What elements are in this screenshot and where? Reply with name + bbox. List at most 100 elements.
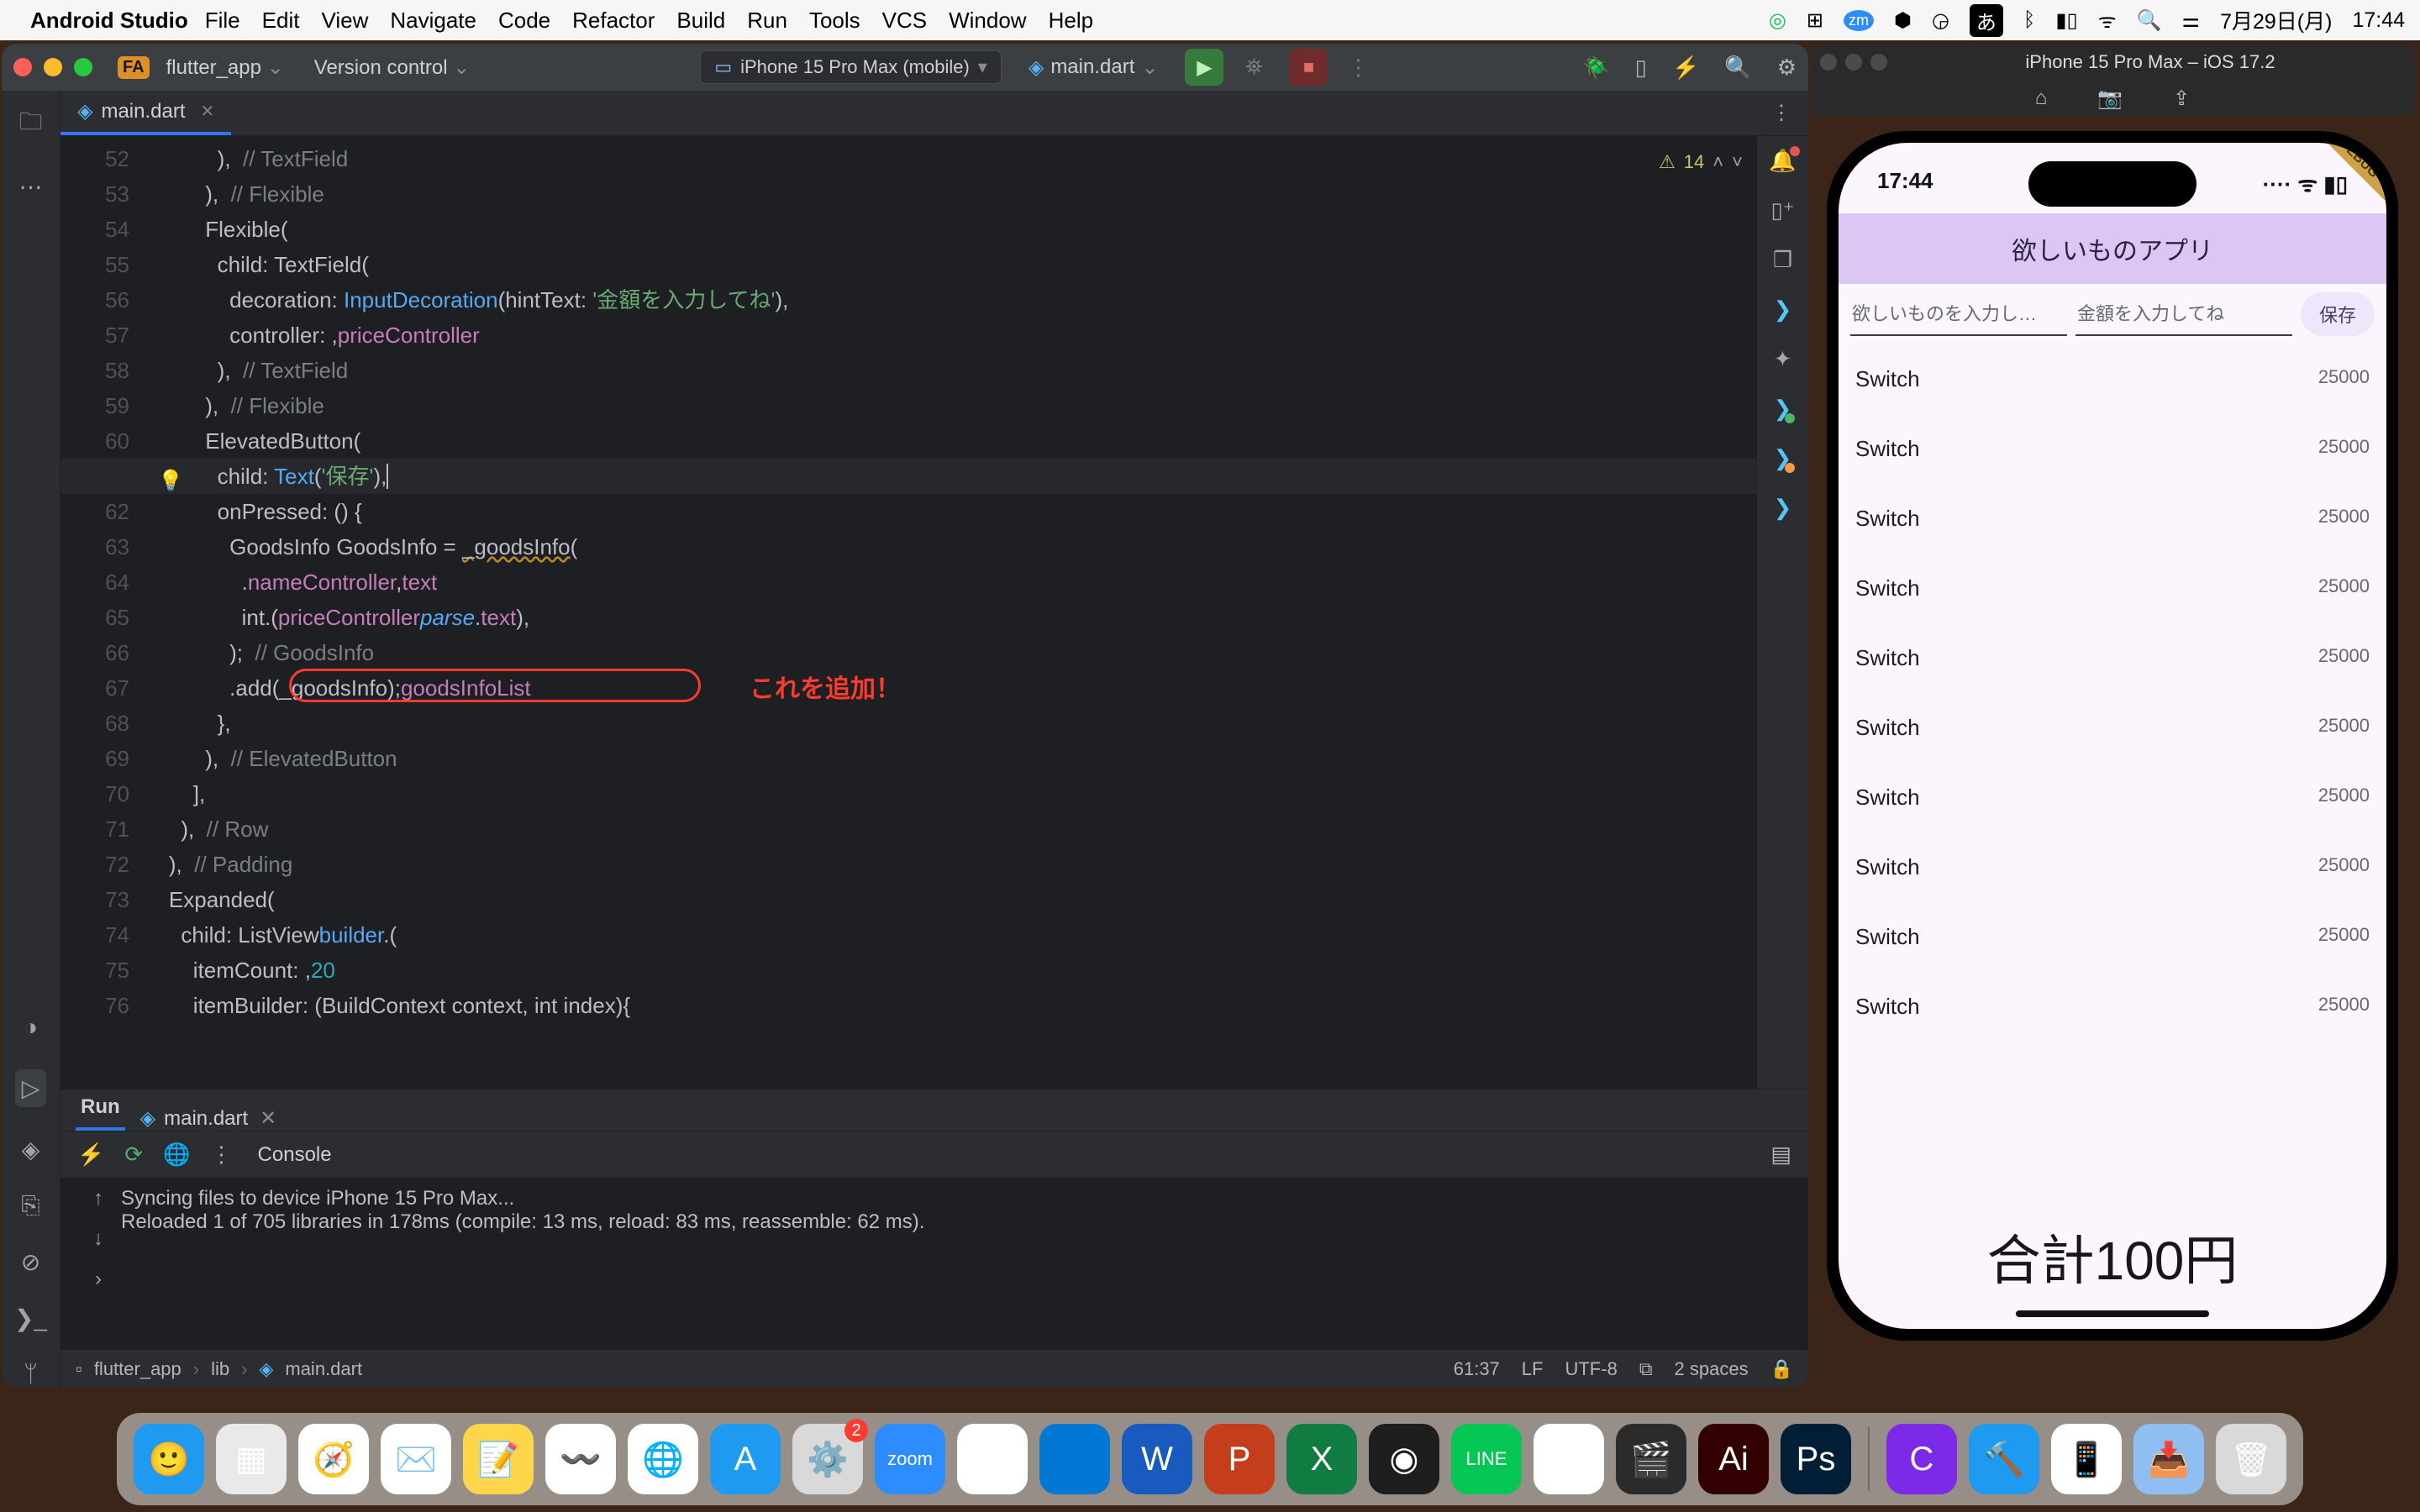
search-icon[interactable]: 🔍 — [1724, 55, 1751, 81]
home-indicator[interactable] — [2016, 1310, 2209, 1317]
debug-button[interactable]: ⛯ — [1235, 49, 1272, 86]
menu-code[interactable]: Code — [498, 8, 550, 34]
dock-mail[interactable]: ✉️ — [381, 1424, 451, 1494]
dock-trash[interactable]: 🗑 — [2216, 1424, 2286, 1494]
dock-word[interactable]: W — [1122, 1424, 1192, 1494]
chevron-down-icon[interactable]: ˅ — [1732, 144, 1743, 180]
app-menu[interactable]: Android Studio — [30, 8, 188, 34]
problems-tool-icon[interactable]: ⊘ — [21, 1248, 40, 1276]
close-tab-icon[interactable]: ✕ — [201, 101, 215, 122]
open-devtools-icon[interactable]: 🌐 — [163, 1142, 190, 1168]
run-tab[interactable]: Run — [76, 1087, 125, 1131]
dock-launchpad[interactable]: ▦ — [216, 1424, 287, 1494]
layout-icon[interactable]: ▤ — [1770, 1142, 1791, 1168]
traffic-minimize[interactable] — [44, 58, 62, 76]
flutter-tool-icon-3[interactable]: ❯ — [1774, 495, 1792, 521]
dock-appstore[interactable]: A — [710, 1424, 781, 1494]
dock-notes[interactable]: 📝 — [463, 1424, 534, 1494]
project-tool-icon[interactable]: 🗀 — [18, 104, 42, 144]
dock-excel[interactable]: X — [1286, 1424, 1357, 1494]
breadcrumb[interactable]: lib — [211, 1358, 229, 1380]
project-selector[interactable]: flutter_app ⌄ — [166, 55, 284, 80]
traffic-minimize[interactable] — [1845, 54, 1862, 71]
menu-run[interactable]: Run — [747, 8, 787, 34]
dock-preview[interactable]: 🖼 — [1534, 1424, 1604, 1494]
dock-figma[interactable]: ◉ — [1369, 1424, 1439, 1494]
list-item[interactable]: Switch25000 — [1839, 414, 2386, 484]
list-item[interactable]: Switch25000 — [1839, 623, 2386, 693]
flutter-tool-icon-2[interactable]: ❯ — [1774, 445, 1792, 471]
menu-file[interactable]: File — [205, 8, 240, 34]
ime-indicator[interactable]: あ — [1970, 4, 2003, 37]
package-tool-icon[interactable]: ⎘ — [21, 1192, 39, 1220]
scroll-down-icon[interactable]: ↓ — [93, 1227, 103, 1251]
close-icon[interactable]: ✕ — [260, 1106, 276, 1131]
list-item[interactable]: Switch25000 — [1839, 484, 2386, 554]
settings-icon[interactable]: ⚙ — [1777, 55, 1797, 81]
menubar-date[interactable]: 7月29日(月) — [2220, 5, 2332, 35]
run-tool-icon[interactable]: ▷ — [15, 1069, 47, 1107]
list-item[interactable]: Switch25000 — [1839, 902, 2386, 972]
share-icon[interactable]: ⇪ — [2173, 87, 2190, 111]
lock-icon[interactable]: 🔒 — [1770, 1358, 1793, 1380]
price-input[interactable]: 金額を入力してね — [2075, 292, 2292, 336]
run-config-selector[interactable]: ◈ main.dart ⌄ — [1028, 55, 1159, 80]
chevron-up-icon[interactable]: ˄ — [1712, 144, 1723, 180]
screenshot-icon[interactable]: 📷 — [2097, 87, 2123, 111]
dock-downloads[interactable]: 📥 — [2133, 1424, 2204, 1494]
traffic-maximize[interactable] — [1870, 54, 1887, 71]
coverage-tool-icon[interactable]: ◑ — [24, 1014, 38, 1041]
menu-edit[interactable]: Edit — [262, 8, 300, 34]
dock-settings[interactable]: ⚙️2 — [792, 1424, 863, 1494]
menu-help[interactable]: Help — [1049, 8, 1093, 34]
flutter-tool-icon[interactable]: ❯ — [1774, 396, 1792, 422]
dock-safari[interactable]: 🧭 — [298, 1424, 369, 1494]
dock-xcode[interactable]: 🔨 — [1969, 1424, 2039, 1494]
dock-zoom[interactable]: zoom — [875, 1424, 945, 1494]
caret-right-icon[interactable]: › — [95, 1268, 102, 1291]
menu-window[interactable]: Window — [949, 8, 1026, 34]
list-item[interactable]: Switch25000 — [1839, 832, 2386, 902]
battery-icon[interactable]: ▮▯ — [2055, 8, 2077, 33]
toolbar-more-icon[interactable]: ⋮ — [211, 1142, 233, 1168]
menu-navigate[interactable]: Navigate — [390, 8, 476, 34]
dock-line[interactable]: LINE — [1451, 1424, 1522, 1494]
dock-chrome[interactable]: 🌐 — [628, 1424, 698, 1494]
console-output[interactable]: ↑ ↓ › Syncing files to device iPhone 15 … — [60, 1179, 1808, 1349]
hot-restart-icon[interactable]: ⟳ — [124, 1142, 143, 1168]
reader-mode-icon[interactable]: ⧉ — [1639, 1358, 1653, 1380]
traffic-maximize[interactable] — [74, 58, 92, 76]
home-icon[interactable]: ⌂ — [2035, 87, 2048, 110]
terminal-tool-icon[interactable]: ❯_ — [14, 1305, 47, 1332]
dock-photoshop[interactable]: Ps — [1781, 1424, 1851, 1494]
menu-refactor[interactable]: Refactor — [572, 8, 655, 34]
grid-menuextra-icon[interactable]: ⊞ — [1807, 8, 1823, 33]
traffic-close[interactable] — [13, 58, 32, 76]
dock-illustrator[interactable]: Ai — [1698, 1424, 1769, 1494]
flutter-inspector-icon[interactable]: ❯ — [1774, 297, 1792, 323]
traffic-close[interactable] — [1820, 54, 1837, 71]
goods-list[interactable]: Switch25000Switch25000Switch25000Switch2… — [1839, 344, 2386, 1200]
layers-icon[interactable]: ❐ — [1773, 247, 1792, 273]
dock-vscode[interactable] — [1039, 1424, 1110, 1494]
file-encoding[interactable]: UTF-8 — [1565, 1358, 1617, 1380]
more-actions-button[interactable]: ⋮ — [1339, 49, 1376, 86]
list-item[interactable]: Switch25000 — [1839, 693, 2386, 763]
breadcrumb[interactable]: main.dart — [285, 1358, 362, 1380]
caret-position[interactable]: 61:37 — [1454, 1358, 1500, 1380]
attach-debugger-icon[interactable]: 🪲 — [1582, 55, 1609, 81]
line-menuextra-icon[interactable]: ◎ — [1769, 8, 1786, 33]
menu-tools[interactable]: Tools — [809, 8, 860, 34]
editor-gutter[interactable]: 5253545556575859606162636465666768697071… — [60, 136, 145, 1023]
stop-button[interactable]: ■ — [1289, 49, 1328, 86]
device-icon[interactable]: ▯⁺ — [1770, 197, 1794, 223]
more-tool-icon[interactable]: ⋯ — [19, 173, 43, 201]
hex-menuextra-icon[interactable]: ⬢ — [1894, 8, 1912, 33]
dock-powerpoint[interactable]: P — [1204, 1424, 1275, 1494]
orbit-menuextra-icon[interactable]: ◶ — [1932, 8, 1949, 33]
list-item[interactable]: Switch25000 — [1839, 972, 2386, 1042]
hot-reload-icon[interactable]: ⚡ — [77, 1142, 104, 1168]
menubar-time[interactable]: 17:44 — [2352, 8, 2405, 33]
bluetooth-icon[interactable]: ᛒ — [2023, 8, 2035, 32]
dock-finder[interactable]: 🙂 — [134, 1424, 204, 1494]
